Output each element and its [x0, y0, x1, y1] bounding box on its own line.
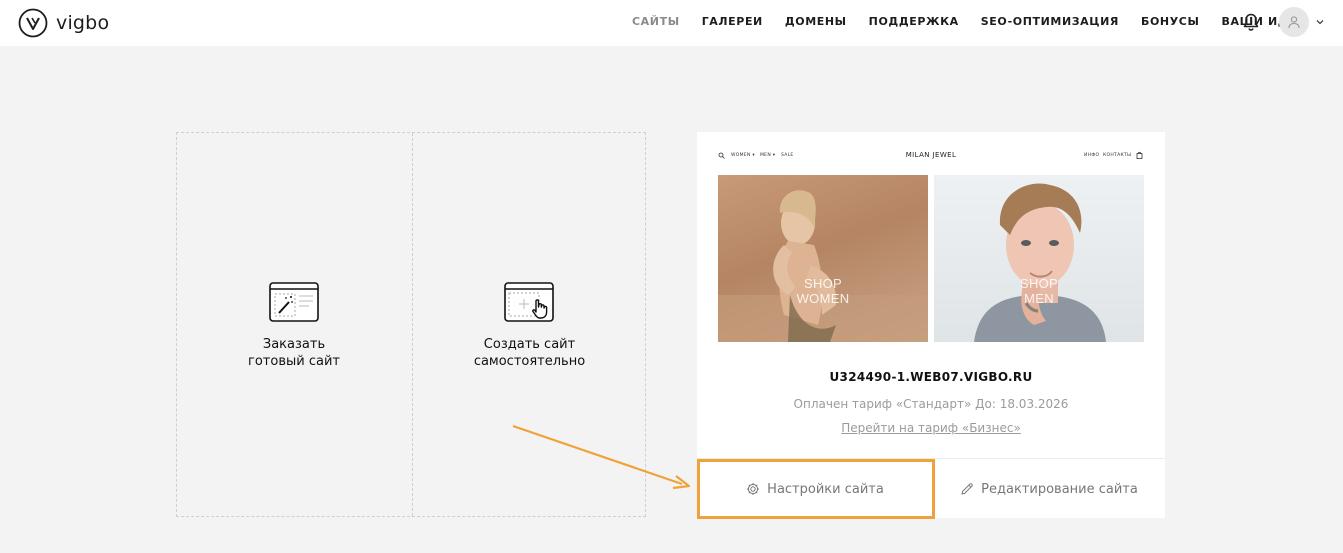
nav-item-domains[interactable]: ДОМЕНЫ [785, 15, 847, 28]
pencil-icon [961, 483, 973, 495]
avatar[interactable] [1279, 7, 1309, 37]
user-icon [1288, 16, 1300, 29]
site-preview[interactable]: WOMEN ▾ MEN ▾ SALE MILAN JEWEL ИНФО КОНТ… [697, 132, 1165, 352]
nav-item-sites[interactable]: САЙТЫ [632, 15, 680, 28]
preview-bag-icon [1136, 151, 1143, 159]
nav-item-support[interactable]: ПОДДЕРЖКА [869, 15, 959, 28]
bell-icon[interactable] [1241, 12, 1261, 32]
shop-women-label: SHOP WOMEN [796, 276, 850, 306]
order-site-label: Заказать готовый сайт [248, 337, 340, 369]
logo[interactable]: vigbo [18, 8, 109, 38]
shop-women-photo: SHOP WOMEN [718, 175, 928, 342]
nav-item-galleries[interactable]: ГАЛЕРЕИ [702, 15, 763, 28]
order-site-tile[interactable]: Заказать готовый сайт [177, 133, 411, 516]
main-nav: САЙТЫ ГАЛЕРЕИ ДОМЕНЫ ПОДДЕРЖКА SEO-ОПТИМ… [632, 15, 1328, 28]
nav-item-seo[interactable]: SEO-ОПТИМИЗАЦИЯ [981, 15, 1119, 28]
edit-site-label: Редактирование сайта [981, 481, 1138, 497]
shop-men-photo: SHOP MEN [934, 175, 1144, 342]
annotation-arrow-icon [512, 424, 691, 490]
site-domain[interactable]: U324490-1.WEB07.VIGBO.RU [697, 370, 1165, 384]
vigbo-logo-icon [18, 8, 48, 38]
settings-highlight-box [697, 459, 935, 519]
upgrade-tariff-link[interactable]: Перейти на тариф «Бизнес» [841, 421, 1021, 435]
logo-text: vigbo [56, 12, 110, 34]
magic-wand-window-icon [269, 282, 319, 322]
man-portrait-image [974, 183, 1106, 342]
edit-site-button[interactable]: Редактирование сайта [933, 459, 1165, 519]
preview-nav-info: ИНФО [1084, 153, 1100, 158]
woman-figure-image [718, 190, 928, 342]
top-header: vigbo САЙТЫ ГАЛЕРЕИ ДОМЕНЫ ПОДДЕРЖКА SEO… [0, 0, 1343, 46]
nav-item-bonuses[interactable]: БОНУСЫ [1141, 15, 1200, 28]
tariff-status: Оплачен тариф «Стандарт» До: 18.03.2026 [793, 397, 1069, 411]
preview-nav-contacts: КОНТАКТЫ [1103, 153, 1132, 158]
upgrade-tariff: Перейти на тариф «Бизнес» [697, 419, 1165, 437]
create-self-label: Создать сайт самостоятельно [473, 337, 586, 369]
shop-men-label: SHOP MEN [1019, 276, 1059, 306]
hand-pointer-window-icon [504, 282, 554, 322]
chevron-down-icon[interactable] [1316, 19, 1324, 25]
